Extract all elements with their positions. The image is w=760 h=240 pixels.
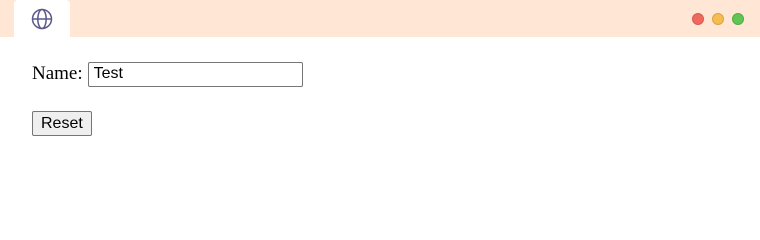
- name-row: Name:: [32, 61, 760, 87]
- browser-tab[interactable]: [14, 0, 70, 37]
- name-input[interactable]: [87, 61, 303, 87]
- minimize-window-dot[interactable]: [712, 13, 724, 25]
- maximize-window-dot[interactable]: [732, 13, 744, 25]
- browser-titlebar: [0, 0, 760, 37]
- name-label: Name:: [32, 63, 83, 84]
- globe-icon: [31, 8, 53, 30]
- window-controls: [692, 13, 744, 25]
- reset-button[interactable]: Reset: [32, 111, 92, 136]
- browser-window: Name: Reset: [0, 0, 760, 217]
- close-window-dot[interactable]: [692, 13, 704, 25]
- page-content: Name: Reset: [32, 61, 760, 136]
